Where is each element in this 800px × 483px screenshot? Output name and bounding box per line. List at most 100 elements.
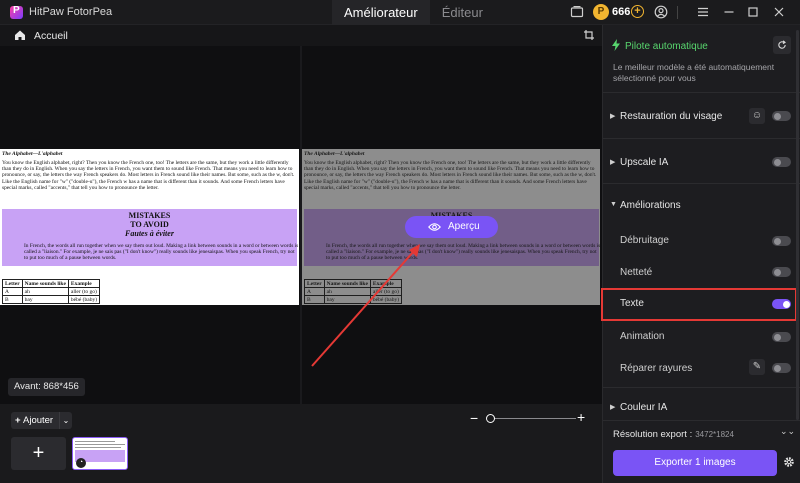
doc-table-row: B bay bébé (baby) [304, 295, 403, 304]
doc-table-header: Letter Name sounds like Example [304, 279, 403, 288]
before-image: The Alphabet—L'alphabet You know the Eng… [0, 149, 299, 305]
thumb-line [75, 441, 115, 442]
minimize-icon[interactable] [722, 5, 736, 19]
toggle-face-restoration[interactable] [772, 111, 791, 121]
collapse-caret-icon[interactable]: ▼ [610, 201, 617, 208]
crop-icon[interactable] [583, 29, 595, 41]
doc-table-header: Letter Name sounds like Example [2, 279, 101, 288]
doc-paragraph: You know the English alphabet, right? Th… [2, 160, 295, 191]
home-icon[interactable] [14, 29, 26, 41]
doc-table-cell: ah [21, 287, 69, 296]
doc-table-cell: Letter [2, 279, 23, 288]
doc-table-cell: Example [369, 279, 403, 288]
autopilot-description: Le meilleur modèle a été automatiquement… [613, 62, 775, 83]
add-image-tile[interactable]: + [11, 437, 66, 470]
section-face-restoration[interactable]: Restauration du visage [620, 111, 722, 122]
doc-table-cell: A [2, 287, 23, 296]
buy-coins-button[interactable]: + [631, 5, 644, 18]
expand-caret-icon[interactable]: ▶ [610, 158, 615, 166]
doc-box-heading-2: TO AVOID [130, 220, 169, 229]
doc-table-row: A ah aller (to go) [304, 287, 403, 296]
option-scratch-repair: Réparer rayures [620, 363, 693, 374]
before-size-badge: Avant: 868*456 [8, 378, 85, 396]
doc-table-cell: B [2, 295, 23, 304]
app-window: HitPaw FotorPea Améliorateur Éditeur P 6… [0, 0, 800, 483]
doc-table-cell: A [304, 287, 325, 296]
doc-table-cell: bébé (baby) [67, 295, 101, 304]
doc-table-cell: bay [21, 295, 69, 304]
toggle-denoise[interactable] [772, 236, 791, 246]
export-resolution-value: 3472*1824 [695, 430, 734, 439]
zoom-slider[interactable] [490, 418, 576, 419]
export-resolution: Résolution export :3472*1824 [613, 429, 734, 440]
doc-box-text: In French, the words all run together wh… [24, 243, 299, 262]
maximize-icon[interactable] [746, 5, 760, 19]
preview-button[interactable]: Aperçu [405, 216, 498, 238]
section-ai-color[interactable]: Couleur IA [620, 402, 667, 413]
doc-callout-box: MISTAKES TO AVOID Fautes à éviter In Fre… [2, 209, 299, 266]
breadcrumb-home[interactable]: Accueil [34, 30, 68, 42]
mode-tabs: Améliorateur Éditeur [332, 0, 495, 25]
breadcrumb-bar [0, 25, 602, 46]
doc-box-heading-3: Fautes à éviter [125, 229, 174, 238]
eye-icon [428, 223, 441, 231]
expand-caret-icon[interactable]: ▶ [610, 403, 615, 411]
thumb-line [75, 444, 125, 445]
preview-button-label: Aperçu [448, 221, 480, 232]
section-improvements[interactable]: Améliorations [620, 200, 681, 211]
autopilot-title: Pilote automatique [625, 41, 708, 52]
panel-divider [603, 420, 800, 421]
refresh-button[interactable] [773, 36, 791, 54]
toggle-animation[interactable] [772, 332, 791, 342]
toggle-upscale[interactable] [772, 157, 791, 167]
media-library-icon[interactable] [570, 5, 584, 19]
doc-table-cell: Name sounds like [323, 279, 371, 288]
doc-table-cell: bay [323, 295, 371, 304]
add-images-label: Ajouter [23, 415, 54, 426]
toggle-sharpness[interactable] [772, 267, 791, 277]
close-icon[interactable] [772, 5, 786, 19]
coin-icon: P [593, 4, 609, 20]
titlebar-separator [677, 6, 678, 19]
doc-title: The Alphabet—L'alphabet [304, 151, 365, 157]
account-icon[interactable] [654, 5, 668, 19]
doc-table: Letter Name sounds like Example A ah all… [304, 279, 403, 304]
option-animation: Animation [620, 331, 665, 342]
doc-box-heading-1: MISTAKES [128, 211, 171, 220]
plus-icon: + [15, 415, 21, 426]
tab-editeur[interactable]: Éditeur [430, 0, 495, 25]
option-sharpness: Netteté [620, 267, 653, 278]
chevron-down-icon[interactable]: ⌄ [59, 412, 72, 429]
option-denoise: Débruitage [620, 235, 669, 246]
doc-table-cell: bébé (baby) [369, 295, 403, 304]
section-upscale[interactable]: Upscale IA [620, 157, 668, 168]
refresh-icon [778, 40, 786, 49]
panel-divider [603, 183, 800, 184]
doc-table-row: B bay bébé (baby) [2, 295, 101, 304]
doc-title: The Alphabet—L'alphabet [2, 151, 63, 157]
coin-balance: 666 [612, 6, 631, 18]
toggle-scratch-repair[interactable] [772, 363, 791, 373]
panel-divider [603, 138, 800, 139]
menu-icon[interactable] [696, 5, 710, 19]
image-thumbnail[interactable]: ◔ [72, 437, 128, 470]
add-images-button[interactable]: + Ajouter ⌄ [11, 412, 72, 429]
export-button[interactable]: Exporter 1 images [613, 450, 777, 476]
export-resolution-label: Résolution export : [613, 429, 693, 440]
highlight-annotation [601, 288, 797, 321]
zoom-in-button[interactable]: + [577, 410, 585, 424]
app-logo-icon [10, 5, 23, 19]
expand-caret-icon[interactable]: ▶ [610, 112, 615, 120]
tab-ameliorateur[interactable]: Améliorateur [332, 0, 430, 25]
face-icon[interactable]: ☺ [749, 108, 765, 124]
doc-table-cell: ah [323, 287, 371, 296]
panel-divider [603, 387, 800, 388]
scratch-repair-icon[interactable]: ✎ [749, 359, 765, 375]
zoom-slider-handle[interactable] [486, 414, 495, 423]
zoom-out-button[interactable]: − [470, 411, 478, 425]
expand-export-icon[interactable]: ⌄⌄ [780, 426, 795, 437]
doc-box-text: In French, the words all run together wh… [326, 243, 600, 262]
gear-icon[interactable] [783, 456, 795, 468]
doc-table-cell: Name sounds like [21, 279, 69, 288]
panel-scrollbar[interactable] [796, 30, 799, 420]
